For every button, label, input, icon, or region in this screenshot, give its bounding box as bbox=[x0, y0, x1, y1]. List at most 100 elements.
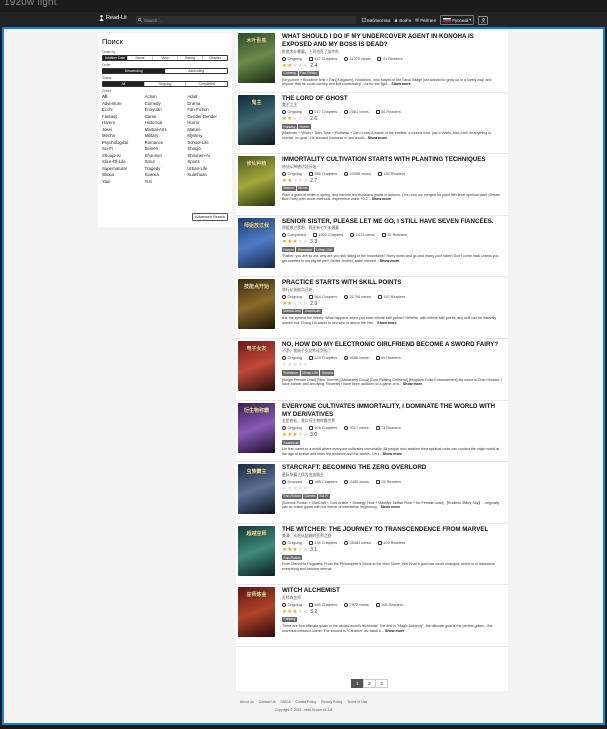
status-option[interactable]: All bbox=[103, 82, 145, 86]
star-icon: ★ bbox=[302, 116, 309, 123]
footer-link[interactable]: About Us bbox=[240, 700, 254, 704]
status-option[interactable]: Completed bbox=[186, 82, 227, 86]
status-text: Ongoing bbox=[287, 426, 302, 431]
genre-tag[interactable]: Comedy bbox=[282, 70, 298, 76]
eye-icon bbox=[344, 479, 349, 484]
novel-title[interactable]: Senior Sister, Please Let Me Go, I Still… bbox=[282, 218, 504, 226]
novel-cover[interactable]: 超越巫师 bbox=[238, 525, 275, 576]
order-by-option[interactable]: Addition Date bbox=[103, 56, 128, 60]
chapters-icon bbox=[312, 233, 317, 238]
show-more-link[interactable]: Show more bbox=[381, 505, 400, 509]
novel-title[interactable]: Immortality Cultivation Starts with Plan… bbox=[282, 156, 504, 164]
show-more-link[interactable]: Show more bbox=[368, 136, 387, 140]
site-logo[interactable]: Read-Lit bbox=[99, 15, 127, 21]
novel-title[interactable]: What should I do if my undercover agent … bbox=[282, 33, 504, 49]
order-by-option[interactable]: Rating bbox=[178, 56, 203, 60]
novel-title[interactable]: The Lord of Ghost bbox=[282, 95, 504, 103]
search-icon bbox=[138, 18, 142, 22]
genre-tag[interactable]: Horror bbox=[298, 124, 311, 130]
novel-title[interactable]: Practice Starts With Skill Points bbox=[282, 279, 504, 287]
genre-tag[interactable]: Fan-Fiction bbox=[282, 493, 302, 499]
order-by-option[interactable]: Chapter bbox=[203, 56, 227, 60]
language-select[interactable]: Русский ▾ bbox=[440, 15, 475, 25]
views-text: 2581 views bbox=[349, 110, 369, 115]
order-by-option[interactable]: View bbox=[153, 56, 178, 60]
novel-subtitle: 鬼主之主 bbox=[282, 103, 298, 108]
genre-tag[interactable]: Sci-Fi bbox=[317, 493, 330, 499]
genre-tag[interactable]: Romance bbox=[296, 247, 314, 253]
genre-tag[interactable]: Martial-Arts bbox=[282, 308, 303, 315]
novel-cover[interactable]: 虫族霸主 bbox=[238, 464, 275, 515]
novel-tags: Mature Wuxia bbox=[282, 185, 504, 191]
status-option[interactable]: Ongoing bbox=[145, 82, 187, 86]
reviews-stat: 31 Readers bbox=[381, 233, 407, 238]
novel-cover[interactable]: 修仙种植 bbox=[238, 156, 275, 207]
bookmarks-link[interactable]: Библиотека bbox=[362, 18, 390, 23]
show-more-link[interactable]: Show more bbox=[380, 259, 399, 263]
genre-tag[interactable]: Xianxia bbox=[320, 370, 335, 376]
user-menu-button[interactable] bbox=[478, 15, 489, 25]
novel-description: "Father, you are so old, why are you sti… bbox=[282, 254, 504, 263]
reviews-stat: 36 Readers bbox=[375, 110, 401, 115]
footer-link[interactable]: DMCA bbox=[281, 700, 291, 704]
novel-cover[interactable]: 师姐放过我 bbox=[238, 217, 275, 268]
rating-link[interactable]: Рейтинг bbox=[415, 18, 436, 23]
genre-tag[interactable]: Romance bbox=[282, 370, 300, 376]
genre-tag[interactable]: Xuanhuan bbox=[282, 440, 301, 446]
search-input[interactable]: Search... bbox=[136, 16, 356, 24]
genre-option[interactable]: Yuri bbox=[145, 179, 186, 186]
novel-cover[interactable]: 鬼主 bbox=[238, 94, 275, 145]
show-more-link[interactable]: Show more bbox=[383, 452, 402, 456]
chapters-text: 495 Chapters bbox=[314, 479, 338, 484]
star-rating: ★★★★★ bbox=[282, 178, 308, 184]
genre-tag[interactable]: Fan-Fiction bbox=[298, 70, 319, 76]
reviews-text: 36 Readers bbox=[381, 110, 401, 115]
genre-option[interactable]: Xuanhuan bbox=[187, 172, 228, 179]
star-rating: ★★★★★ bbox=[282, 362, 308, 368]
novel-title[interactable]: The Witcher: The Journey to Transcendenc… bbox=[282, 526, 504, 534]
genre-tag[interactable]: Fantasy bbox=[282, 616, 298, 623]
novel-stats: Ongoing 436 Chapters 35484 views 105 Reader… bbox=[282, 541, 504, 546]
novel-cover[interactable]: 巫师炼金 bbox=[238, 587, 275, 638]
genre-tag[interactable]: Urban-Life bbox=[314, 247, 334, 253]
genre-tag[interactable]: Xuanhuan bbox=[303, 308, 322, 315]
show-more-link[interactable]: Show more bbox=[403, 382, 422, 386]
show-more-link[interactable]: Show more bbox=[391, 82, 410, 86]
star-rating: ★★★★★ bbox=[282, 63, 308, 69]
novel-subtitle: 师姐放过我吧，我还有七个未婚妻 bbox=[282, 226, 339, 231]
novel-cover[interactable]: 衍生物称霸 bbox=[238, 402, 275, 453]
novel-title[interactable]: Everyone Cultivates Immortality, I Domin… bbox=[282, 403, 504, 419]
novel-title[interactable]: No, how did my electronic girlfriend bec… bbox=[282, 341, 504, 349]
genre-tag[interactable]: Mature bbox=[282, 185, 296, 191]
genre-tag[interactable]: Games bbox=[302, 493, 317, 499]
show-more-link[interactable]: Show more bbox=[377, 321, 396, 325]
novel-cover[interactable]: 技能点开始 bbox=[238, 279, 275, 330]
status-stat: Ongoing bbox=[282, 110, 302, 115]
chapters-stat: 123 Chapters bbox=[308, 356, 337, 361]
novel-cover[interactable]: 木叶卧底 bbox=[238, 33, 275, 83]
novel-title[interactable]: StarCraft: Becoming the Zerg Overlord bbox=[282, 464, 504, 472]
genre-tag[interactable]: Wuxia bbox=[296, 185, 309, 191]
novel-cover[interactable]: 电子女友 bbox=[238, 340, 275, 391]
genre-tag[interactable]: Fan-Fiction bbox=[282, 555, 302, 561]
footer-link[interactable]: Contact Us bbox=[259, 700, 276, 704]
order-option[interactable]: Ascending bbox=[166, 69, 228, 73]
order-option[interactable]: Descending bbox=[103, 69, 166, 73]
footer-link[interactable]: Privacy Policy bbox=[321, 700, 342, 704]
show-more-link[interactable]: Show more bbox=[372, 197, 391, 201]
page-button[interactable]: 3 bbox=[375, 679, 388, 688]
footer-link[interactable]: Terms of Use bbox=[347, 700, 367, 704]
order-by-option[interactable]: Name bbox=[128, 56, 153, 60]
genre-tag[interactable]: Urban-Life bbox=[300, 370, 320, 376]
footer-link[interactable]: Cookie Policy bbox=[296, 700, 317, 704]
reviews-stat: 105 Readers bbox=[377, 541, 405, 546]
login-link[interactable]: Войти bbox=[394, 18, 411, 23]
novel-title[interactable]: Witch Alchemist bbox=[282, 587, 504, 595]
novel-tags: Romance Urban-Life Xianxia bbox=[282, 370, 504, 376]
status-text: Ongoing bbox=[287, 56, 302, 61]
genre-tag[interactable]: Harem bbox=[282, 247, 296, 253]
genre-tag[interactable]: Fantasy bbox=[282, 124, 298, 130]
advanced-search-button[interactable]: Advanced Search bbox=[192, 213, 228, 221]
genre-option[interactable]: Yaoi bbox=[102, 179, 143, 186]
show-more-link[interactable]: Show more bbox=[385, 629, 404, 633]
